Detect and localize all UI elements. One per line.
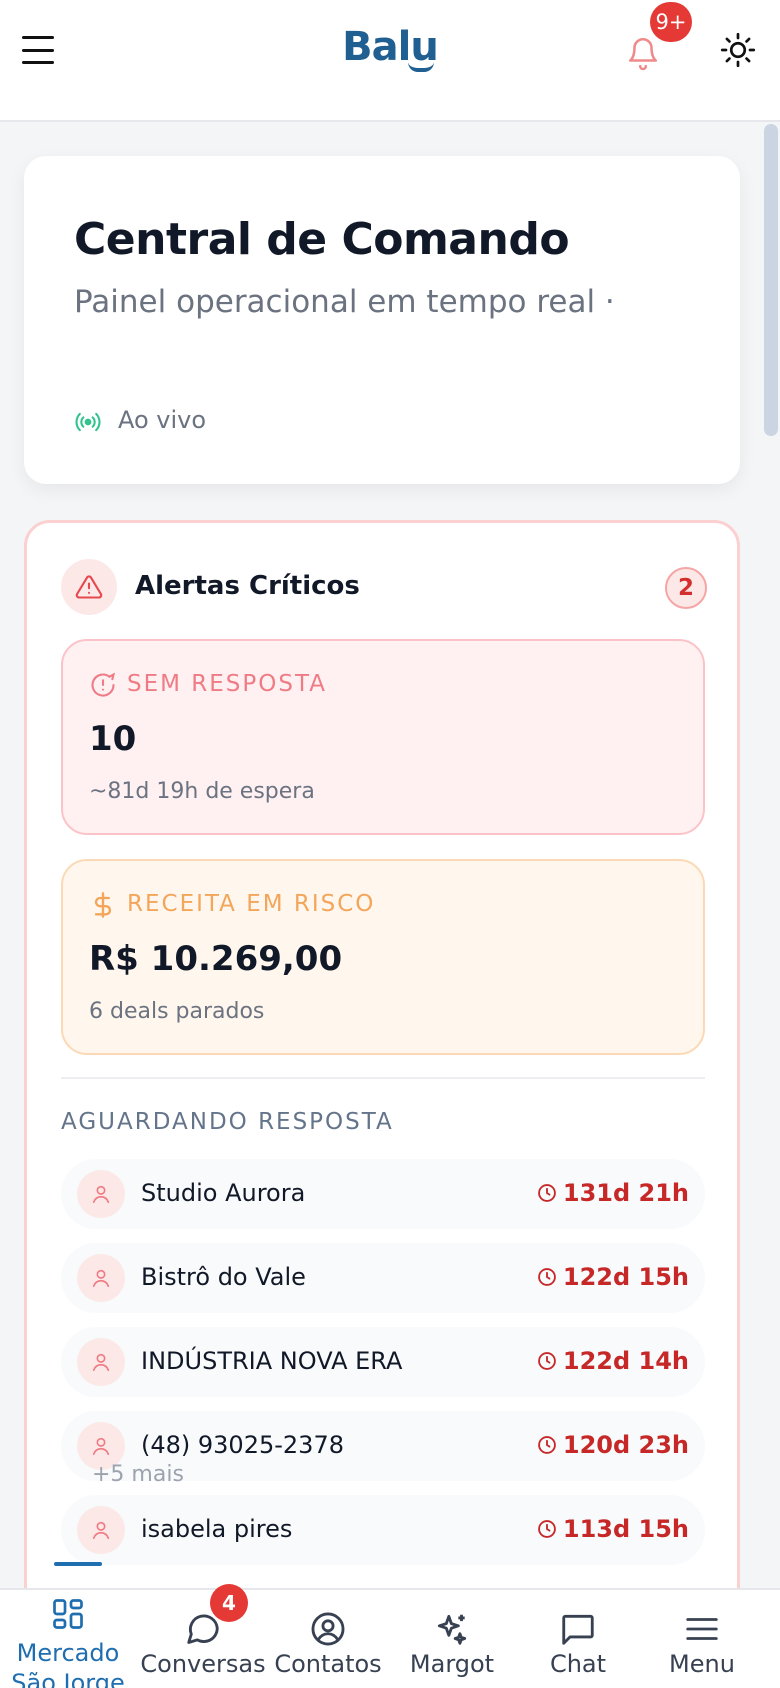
nav-item-mercado[interactable]: Mercado São Jorge — [6, 1590, 130, 1688]
sun-icon[interactable] — [720, 32, 756, 68]
nav-item-menu[interactable]: Menu — [646, 1590, 758, 1688]
nav-item-contatos[interactable]: Contatos — [272, 1590, 384, 1688]
clock-icon — [538, 1268, 556, 1286]
wait-time-text: 120d 23h — [562, 1431, 689, 1459]
revenue-risk-card[interactable]: RECEITA EM RISCO R$ 10.269,00 6 deals pa… — [61, 859, 705, 1055]
card-subtext: ~81d 19h de espera — [89, 779, 315, 804]
clock-icon — [538, 1352, 556, 1370]
wait-time-text: 122d 15h — [562, 1263, 689, 1291]
logo-smile — [408, 62, 434, 72]
user-icon — [92, 1185, 110, 1204]
card-label: RECEITA EM RISCO — [127, 891, 376, 917]
warning-icon-wrap — [61, 559, 117, 615]
contact-name: isabela pires — [141, 1515, 293, 1543]
live-status: Ao vivo — [118, 406, 207, 434]
nav-label: Margot — [409, 1650, 495, 1678]
avatar — [77, 1254, 125, 1302]
card-label: SEM RESPOSTA — [127, 671, 327, 697]
message-square-icon — [562, 1614, 594, 1645]
alert-circle-icon — [91, 672, 116, 697]
bottom-navigation: Mercado São Jorge Conversas Contatos Mar… — [0, 1588, 780, 1688]
contact-name: INDÚSTRIA NOVA ERA — [141, 1347, 403, 1375]
nav-label: Conversas — [140, 1650, 266, 1678]
contact-name: Studio Aurora — [141, 1179, 306, 1207]
waiting-contact-row[interactable]: isabela pires 113d 15h — [61, 1495, 705, 1565]
menu-icon — [686, 1618, 718, 1640]
contact-name: Bistrô do Vale — [141, 1263, 306, 1291]
nav-label: Menu — [669, 1650, 735, 1678]
clock-icon — [538, 1520, 556, 1538]
wait-time: 122d 15h — [537, 1263, 689, 1291]
alerts-title: Alertas Críticos — [135, 571, 360, 601]
card-value: R$ 10.269,00 — [89, 939, 343, 979]
wait-time-text: 131d 21h — [562, 1179, 689, 1207]
active-nav-indicator — [54, 1562, 102, 1566]
wait-time-text: 113d 15h — [562, 1515, 689, 1543]
waiting-contact-row[interactable]: Bistrô do Vale 122d 15h — [61, 1243, 705, 1313]
user-icon — [92, 1521, 110, 1540]
nav-item-conversas[interactable]: Conversas — [136, 1590, 270, 1688]
nav-item-margot[interactable]: Margot — [396, 1590, 508, 1688]
top-header: Balu 9+ — [0, 0, 780, 122]
clock-icon — [538, 1184, 556, 1202]
user-icon — [92, 1269, 110, 1288]
divider — [61, 1077, 705, 1079]
critical-alerts-panel: Alertas Críticos 2 SEM RESPOSTA 10 ~81d … — [24, 520, 740, 1688]
waiting-contact-row[interactable]: INDÚSTRIA NOVA ERA 122d 14h — [61, 1327, 705, 1397]
user-icon — [92, 1353, 110, 1372]
nav-label: Chat — [549, 1650, 607, 1678]
nav-item-chat[interactable]: Chat — [522, 1590, 634, 1688]
notification-badge[interactable]: 9+ — [650, 2, 692, 42]
card-value: 10 — [89, 719, 137, 759]
wait-time-text: 122d 14h — [562, 1347, 689, 1375]
user-icon — [92, 1437, 110, 1456]
alerts-count-badge: 2 — [665, 567, 707, 609]
grid-icon — [53, 1599, 83, 1629]
page-subtitle: Painel operacional em tempo real · — [74, 284, 615, 320]
waiting-section-label: AGUARDANDO RESPOSTA — [61, 1109, 394, 1135]
avatar — [77, 1170, 125, 1218]
dollar-icon — [94, 892, 112, 918]
no-response-card[interactable]: SEM RESPOSTA 10 ~81d 19h de espera — [61, 639, 705, 835]
bell-icon[interactable] — [626, 32, 660, 72]
scrollbar-thumb[interactable] — [764, 124, 778, 436]
sparkle-icon — [437, 1614, 467, 1645]
wait-time: 120d 23h — [537, 1431, 689, 1459]
nav-label: Contatos — [274, 1650, 382, 1678]
wait-time: 113d 15h — [537, 1515, 689, 1543]
conversas-badge: 4 — [210, 1584, 248, 1622]
wait-time: 122d 14h — [537, 1347, 689, 1375]
avatar — [77, 1338, 125, 1386]
page-title: Central de Comando — [74, 214, 570, 265]
more-contacts-link[interactable]: +5 mais — [92, 1462, 184, 1487]
card-subtext: 6 deals parados — [89, 999, 265, 1024]
wait-time: 131d 21h — [537, 1179, 689, 1207]
contact-name: (48) 93025-2378 — [141, 1431, 344, 1459]
live-broadcast-icon — [75, 412, 101, 432]
command-center-card: Central de Comando Painel operacional em… — [24, 156, 740, 484]
avatar — [77, 1506, 125, 1554]
waiting-contact-row[interactable]: Studio Aurora 131d 21h — [61, 1159, 705, 1229]
clock-icon — [538, 1436, 556, 1454]
warning-triangle-icon — [75, 575, 103, 599]
user-circle-icon — [311, 1612, 345, 1646]
nav-label: Mercado São Jorge — [11, 1639, 125, 1688]
